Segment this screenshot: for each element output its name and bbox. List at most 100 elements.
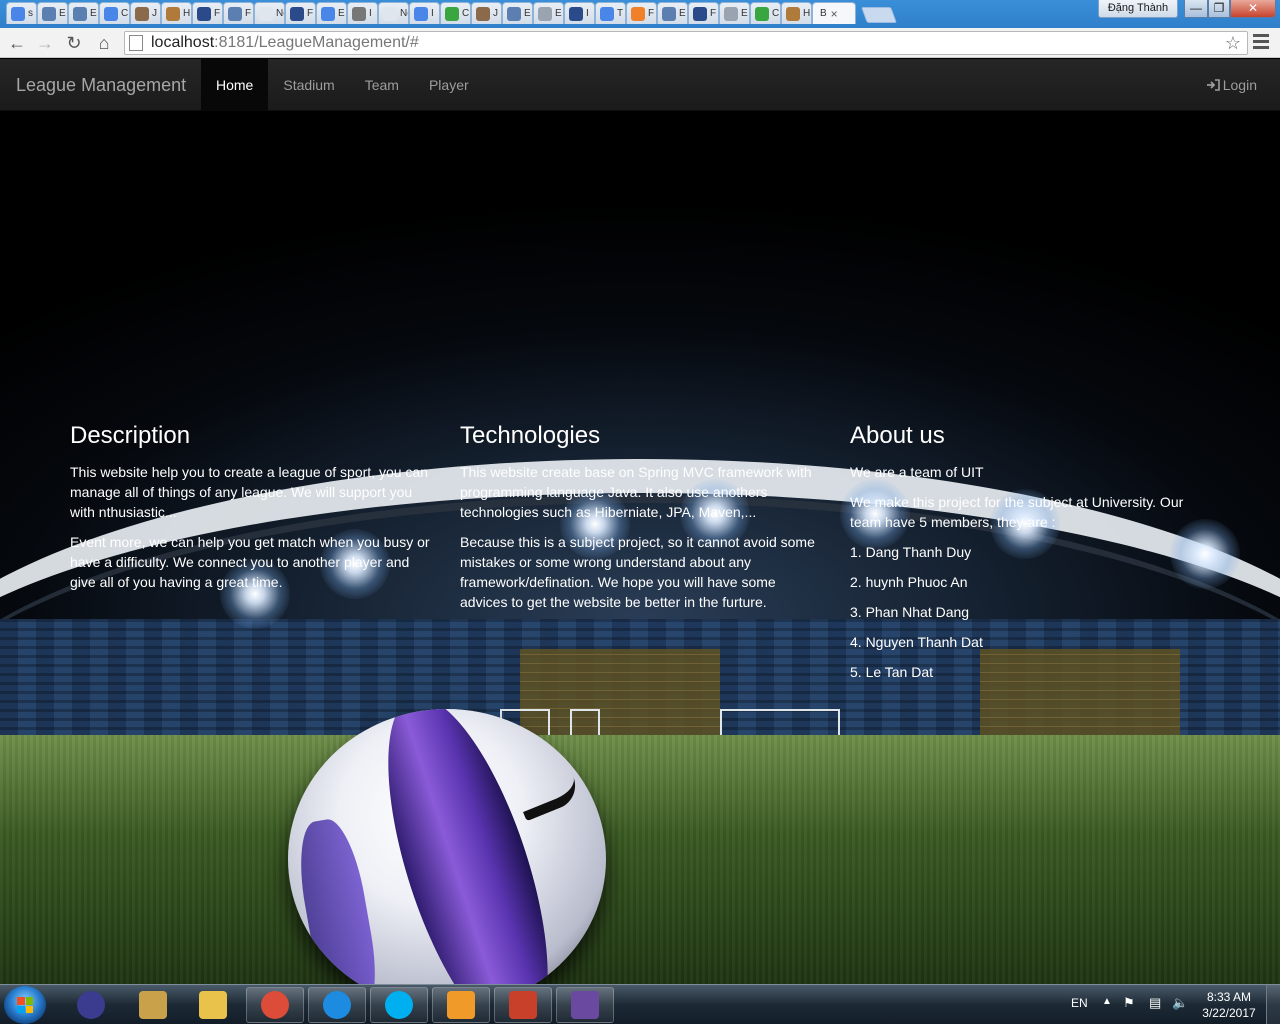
- show-desktop-button[interactable]: [1266, 985, 1280, 1024]
- browser-tab[interactable]: F: [223, 2, 254, 24]
- outlook-icon: [447, 991, 475, 1019]
- favicon-icon: [414, 6, 428, 21]
- forward-icon[interactable]: →: [34, 32, 56, 54]
- favicon-icon: [724, 6, 738, 21]
- favicon-icon: [538, 6, 552, 21]
- menu-icon[interactable]: [1253, 34, 1269, 52]
- minimize-button[interactable]: —: [1184, 0, 1208, 18]
- favicon-icon: [135, 6, 149, 21]
- taskbar-app-eclipse[interactable]: [62, 987, 120, 1023]
- nav-home[interactable]: Home: [201, 59, 269, 111]
- back-icon[interactable]: ←: [6, 32, 28, 54]
- technologies-text-1: This website create base on Spring MVC f…: [460, 464, 812, 520]
- url-path: :8181/LeagueManagement/#: [214, 34, 419, 51]
- favicon-icon: [197, 6, 211, 21]
- browser-tab[interactable]: s: [6, 2, 37, 24]
- nav-menu: Home Stadium Team Player: [201, 59, 484, 111]
- language-indicator[interactable]: EN: [1071, 996, 1088, 1010]
- tab-title: F: [214, 8, 221, 19]
- skype-business-icon: [323, 991, 351, 1019]
- browser-tab[interactable]: F: [285, 2, 316, 24]
- network-icon[interactable]: ▤: [1149, 995, 1161, 1011]
- site-brand[interactable]: League Management: [16, 59, 186, 111]
- page-icon: [129, 35, 143, 51]
- browser-tab[interactable]: J: [130, 2, 161, 24]
- tab-title: J: [493, 8, 498, 19]
- reload-icon[interactable]: ↻: [63, 32, 85, 54]
- clock-date: 3/22/2017: [1202, 1006, 1256, 1020]
- start-button[interactable]: [4, 986, 46, 1024]
- browser-tab[interactable]: C: [440, 2, 471, 24]
- browser-tab[interactable]: New: [254, 2, 285, 24]
- browser-tab[interactable]: J: [471, 2, 502, 24]
- favicon-icon: [476, 6, 490, 21]
- taskbar-app-skype-business[interactable]: [308, 987, 366, 1023]
- clock-time: 8:33 AM: [1206, 990, 1252, 1004]
- tools-icon: [139, 991, 167, 1019]
- browser-tab[interactable]: C: [750, 2, 781, 24]
- tab-title: E: [90, 8, 97, 19]
- browser-tab[interactable]: I: [409, 2, 440, 24]
- volume-muted-icon[interactable]: 🔈: [1172, 995, 1188, 1011]
- home-icon[interactable]: ⌂: [93, 32, 115, 54]
- login-label: Login: [1222, 77, 1257, 93]
- java-ee-ide-icon: [571, 991, 599, 1019]
- browser-tab[interactable]: F: [688, 2, 719, 24]
- browser-tab[interactable]: H: [781, 2, 812, 24]
- technologies-section: Technologies This website create base on…: [460, 421, 820, 622]
- technologies-text-2: Because this is a subject project, so it…: [460, 534, 815, 610]
- browser-tab[interactable]: F: [626, 2, 657, 24]
- tab-title: T: [617, 8, 624, 19]
- close-tab-icon[interactable]: ×: [831, 7, 838, 21]
- eclipse-icon: [77, 991, 105, 1019]
- browser-tab[interactable]: E: [316, 2, 347, 24]
- browser-tab[interactable]: E: [37, 2, 68, 24]
- nav-team[interactable]: Team: [350, 59, 414, 111]
- favicon-icon: [600, 6, 614, 21]
- tab-title: F: [648, 8, 655, 19]
- bookmark-star-icon[interactable]: ☆: [1225, 33, 1241, 54]
- browser-tab[interactable]: New: [378, 2, 409, 24]
- taskbar-app-volume[interactable]: [494, 987, 552, 1023]
- show-hidden-icons-icon[interactable]: ▲: [1102, 996, 1112, 1007]
- browser-tab[interactable]: E: [68, 2, 99, 24]
- team-member: 1. Dang Thanh Duy: [850, 544, 972, 560]
- browser-tab[interactable]: H: [161, 2, 192, 24]
- windows-taskbar: EN ▲ ⚑ ▤ 🔈 8:33 AM 3/22/2017: [0, 984, 1280, 1024]
- browser-tab[interactable]: F: [192, 2, 223, 24]
- profile-button[interactable]: Đặng Thành: [1098, 0, 1178, 18]
- taskbar-app-tools[interactable]: [124, 987, 182, 1023]
- system-clock[interactable]: 8:33 AM 3/22/2017: [1196, 989, 1262, 1021]
- browser-tab[interactable]: E: [719, 2, 750, 24]
- description-section: Description This website help you to cre…: [70, 421, 430, 602]
- browser-tab[interactable]: I: [564, 2, 595, 24]
- tab-title: New: [400, 8, 408, 19]
- action-center-flag-icon[interactable]: ⚑: [1123, 995, 1135, 1011]
- description-text-2: Event more, we can help you get match wh…: [70, 534, 430, 590]
- browser-tab[interactable]: T: [595, 2, 626, 24]
- login-link[interactable]: Login: [1206, 59, 1257, 111]
- browser-tab[interactable]: E: [533, 2, 564, 24]
- taskbar-app-chrome[interactable]: [246, 987, 304, 1023]
- taskbar-app-outlook[interactable]: [432, 987, 490, 1023]
- taskbar-app-java-ee-ide[interactable]: [556, 987, 614, 1023]
- browser-tab[interactable]: E: [657, 2, 688, 24]
- tab-title: B: [820, 8, 827, 19]
- taskbar-app-skype[interactable]: [370, 987, 428, 1023]
- maximize-button[interactable]: ❐: [1208, 0, 1230, 18]
- taskbar-app-file-explorer[interactable]: [184, 987, 242, 1023]
- address-bar[interactable]: localhost:8181/LeagueManagement/# ☆: [124, 31, 1248, 55]
- close-window-button[interactable]: ✕: [1230, 0, 1276, 18]
- browser-tab[interactable]: C: [99, 2, 130, 24]
- tab-title: E: [741, 8, 748, 19]
- favicon-icon: [104, 6, 118, 21]
- nav-stadium[interactable]: Stadium: [268, 59, 349, 111]
- browser-tab[interactable]: E: [502, 2, 533, 24]
- new-tab-button[interactable]: [861, 7, 897, 23]
- favicon-icon: [445, 6, 459, 21]
- tab-title: s: [28, 8, 33, 19]
- description-text-1: This website help you to create a league…: [70, 464, 428, 520]
- browser-tab[interactable]: I: [347, 2, 378, 24]
- browser-tab-active[interactable]: B ×: [812, 2, 856, 24]
- nav-player[interactable]: Player: [414, 59, 484, 111]
